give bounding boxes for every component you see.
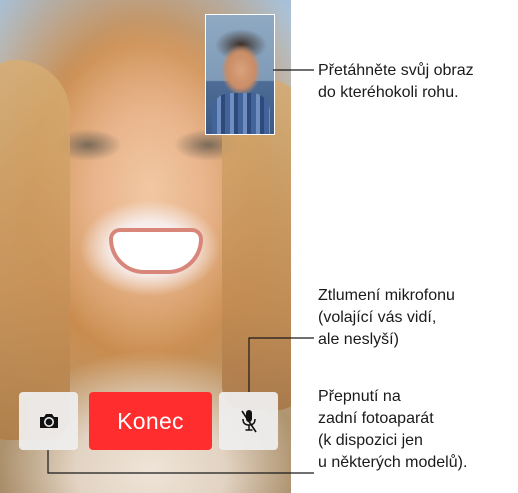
annotation-line: Přetáhněte svůj obraz xyxy=(318,62,474,79)
flip-camera-button[interactable] xyxy=(19,392,78,450)
annotation-line: do kteréhokoli rohu. xyxy=(318,84,459,101)
remote-video-smile xyxy=(113,232,199,270)
annotation-line: Ztlumení mikrofonu xyxy=(318,287,455,304)
annotation-flip-camera: Přepnutí na zadní fotoaparát (k dispozic… xyxy=(318,386,516,474)
microphone-mute-icon xyxy=(240,410,257,433)
annotation-line: ale neslyší) xyxy=(318,331,399,348)
annotation-line: (volající vás vidí, xyxy=(318,309,437,326)
self-view-shirt xyxy=(212,93,270,134)
annotation-line: u některých modelů). xyxy=(318,454,468,471)
end-call-button[interactable]: Konec xyxy=(89,392,212,450)
annotation-line: Přepnutí na xyxy=(318,388,401,405)
facetime-video-screen: Konec xyxy=(0,0,291,493)
annotation-mute: Ztlumení mikrofonu (volající vás vidí, a… xyxy=(318,285,516,351)
annotation-line: zadní fotoaparát xyxy=(318,410,434,427)
remote-video-hair-left xyxy=(0,60,70,440)
mute-button[interactable] xyxy=(219,392,278,450)
camera-flip-icon xyxy=(39,414,58,428)
annotation-drag-self-view: Přetáhněte svůj obraz do kteréhokoli roh… xyxy=(318,60,516,104)
annotation-line: (k dispozici jen xyxy=(318,432,423,449)
self-view-video[interactable] xyxy=(205,14,275,135)
